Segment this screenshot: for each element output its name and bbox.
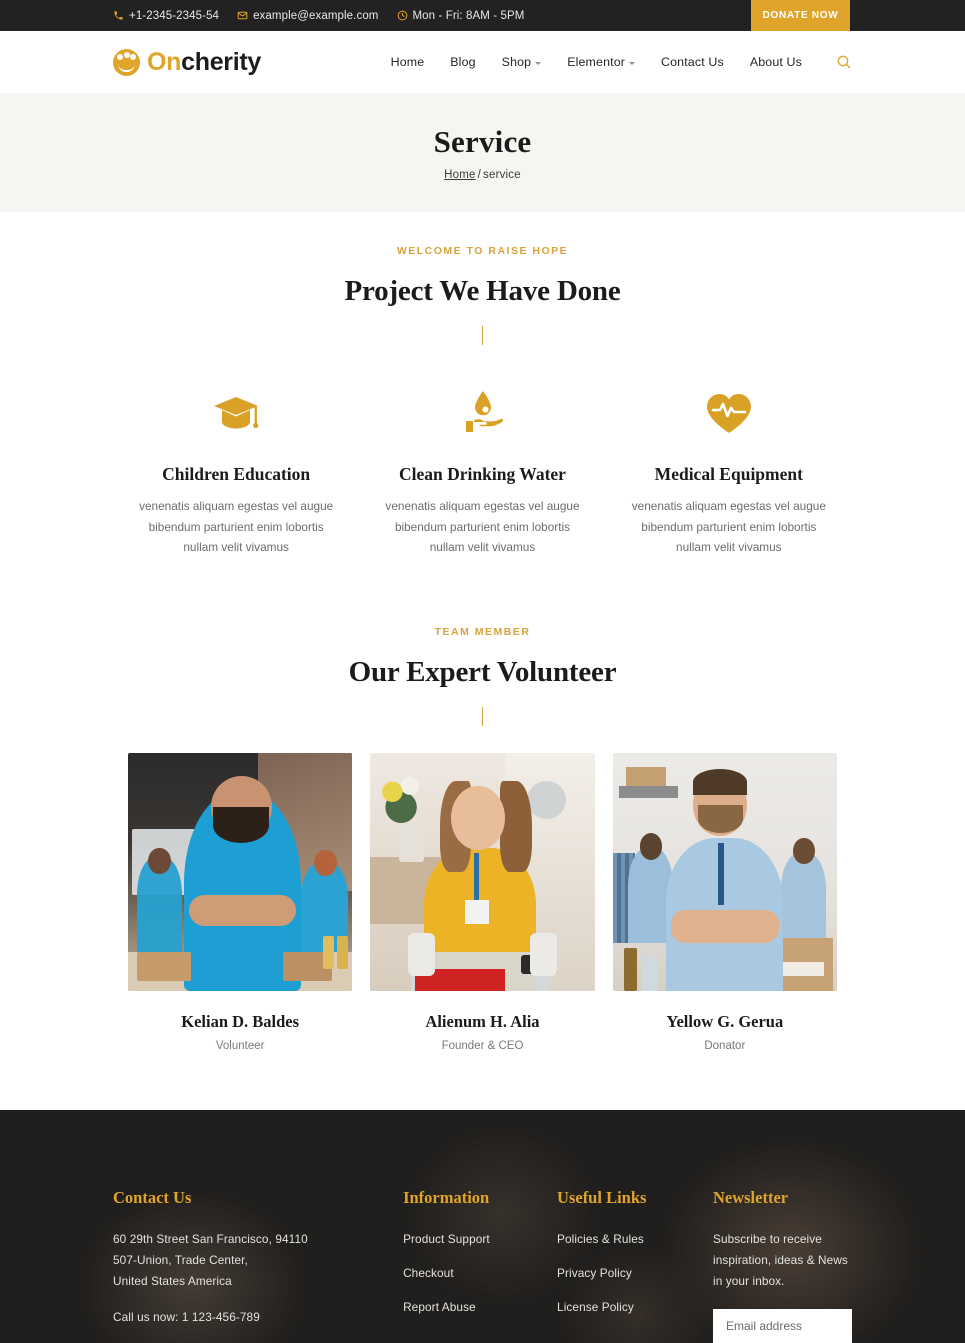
chevron-down-icon [535,61,542,65]
nav-label: Blog [450,55,476,69]
nav-item-home[interactable]: Home [391,55,425,69]
footer-address-line-1: 60 29th Street San Francisco, 94110 [113,1231,308,1246]
footer-address-line-2: 507-Union, Trade Center, [113,1253,248,1268]
service-text: venenatis aliquam egestas vel augue bibe… [631,499,826,555]
clock-icon [397,10,408,21]
topbar-email-text: example@example.com [253,9,379,22]
footer-newsletter-text: Subscribe to receive inspiration, ideas … [712,1231,848,1289]
logo-text: Oncherity [147,48,261,77]
footer-link-license-policy[interactable]: License Policy [557,1297,713,1318]
footer-link-checkout[interactable]: Checkout [403,1263,557,1284]
topbar-hours-text: Mon - Fri: 8AM - 5PM [412,9,525,22]
topbar-email[interactable]: example@example.com [237,10,378,22]
breadcrumb: Home / service [444,169,521,181]
service-title: Children Education [162,464,311,484]
service-text: venenatis aliquam egestas vel augue bibe… [139,499,334,555]
title-divider [481,326,484,345]
service-card: Medical Equipment venenatis aliquam eges… [606,387,852,558]
envelope-icon [237,10,248,21]
team-member-photo[interactable] [612,752,837,991]
topbar-phone-text: +1-2345-2345-54 [129,9,220,22]
nav-label: Elementor [567,55,626,69]
chevron-down-icon [629,61,636,65]
team-members-list: Kelian D. Baldes Volunteer Alienum H. Al… [0,752,965,1052]
logo-text-first: On [147,47,182,76]
nav-label: Contact Us [661,55,724,69]
graduation-cap-icon [125,387,347,435]
footer-link-product-support[interactable]: Product Support [403,1229,557,1250]
team-member-role: Donator [704,1039,746,1052]
logo-people-icon [113,48,140,76]
newsletter-email-input[interactable] [712,1308,852,1343]
topbar-hours: Mon - Fri: 8AM - 5PM [397,10,525,22]
nav-item-about-us[interactable]: About Us [750,55,802,69]
footer-link-report-abuse[interactable]: Report Abuse [403,1297,557,1318]
team-member-name: Kelian D. Baldes [181,1011,300,1031]
breadcrumb-current: service [483,169,521,181]
top-bar-info: +1-2345-2345-54 example@example.com Mon … [0,0,751,31]
services-list: Children Education venenatis aliquam ege… [0,387,965,558]
team-member-name: Yellow G. Gerua [666,1011,784,1031]
footer-link-privacy-policy[interactable]: Privacy Policy [557,1263,713,1284]
nav-label: Shop [501,55,532,69]
team-member-photo[interactable] [128,752,353,991]
footer-newsletter-title: Newsletter [712,1187,789,1207]
nav-label: About Us [749,55,802,69]
phone-icon [113,10,124,21]
projects-section: WELCOME TO RAISE HOPE Project We Have Do… [0,212,965,558]
nav-item-contact-us[interactable]: Contact Us [661,55,724,69]
nav-item-shop[interactable]: Shop [502,55,542,69]
team-member-name: Alienum H. Alia [425,1011,540,1031]
top-bar: +1-2345-2345-54 example@example.com Mon … [0,0,965,31]
site-logo[interactable]: Oncherity [113,48,261,77]
team-member-role: Founder & CEO [441,1039,524,1052]
breadcrumb-separator: / [477,169,482,181]
heart-pulse-icon [618,387,840,435]
title-divider [481,706,484,726]
footer-link-policies-rules[interactable]: Policies & Rules [557,1229,713,1250]
service-text: venenatis aliquam egestas vel augue bibe… [385,499,580,555]
footer-useful-links-title: Useful Links [557,1187,647,1207]
site-footer: Contact Us 60 29th Street San Francisco,… [0,1109,965,1343]
team-member-photo[interactable] [370,752,595,991]
service-card: Children Education venenatis aliquam ege… [113,387,359,558]
page-banner: Service Home / service [0,93,965,212]
donate-now-button[interactable]: DONATE NOW [751,0,850,31]
service-title: Medical Equipment [654,464,803,484]
search-icon[interactable] [836,54,852,70]
service-title: Clean Drinking Water [399,464,566,484]
footer-useful-links-column: Useful Links Policies & Rules Privacy Po… [557,1188,713,1343]
hand-water-drop-icon [371,387,593,435]
team-member-role: Volunteer [215,1039,265,1052]
footer-information-title: Information [403,1187,490,1207]
team-member-card: Kelian D. Baldes Volunteer [128,752,353,1052]
main-navigation: Home Blog Shop Elementor Contact Us Abou… [391,54,852,70]
footer-information-column: Information Product Support Checkout Rep… [403,1188,557,1343]
site-header: Oncherity Home Blog Shop Elementor Conta… [0,31,965,93]
nav-label: Home [390,55,425,69]
breadcrumb-home[interactable]: Home [444,169,475,181]
footer-phone-line: Call us now: 1 123-456-789 [113,1309,260,1324]
footer-newsletter-column: Newsletter Subscribe to receive inspirat… [712,1187,852,1343]
topbar-phone[interactable]: +1-2345-2345-54 [113,10,219,22]
footer-address-line-3: United States America [113,1274,232,1289]
footer-contact-column: Contact Us 60 29th Street San Francisco,… [113,1188,403,1343]
team-title: Our Expert Volunteer [348,655,617,688]
logo-text-second: cherity [181,47,262,76]
team-eyebrow: TEAM MEMBER [434,625,531,638]
team-section: TEAM MEMBER Our Expert Volunteer Kelian … [0,558,965,1052]
projects-eyebrow: WELCOME TO RAISE HOPE [396,245,569,257]
nav-item-blog[interactable]: Blog [450,55,475,69]
projects-title: Project We Have Done [344,275,621,307]
nav-item-elementor[interactable]: Elementor [567,55,636,69]
team-member-card: Alienum H. Alia Founder & CEO [370,752,595,1052]
team-member-card: Yellow G. Gerua Donator [612,752,837,1052]
page-title: Service [433,124,532,159]
service-card: Clean Drinking Water venenatis aliquam e… [359,387,605,558]
footer-contact-title: Contact Us [113,1187,192,1207]
